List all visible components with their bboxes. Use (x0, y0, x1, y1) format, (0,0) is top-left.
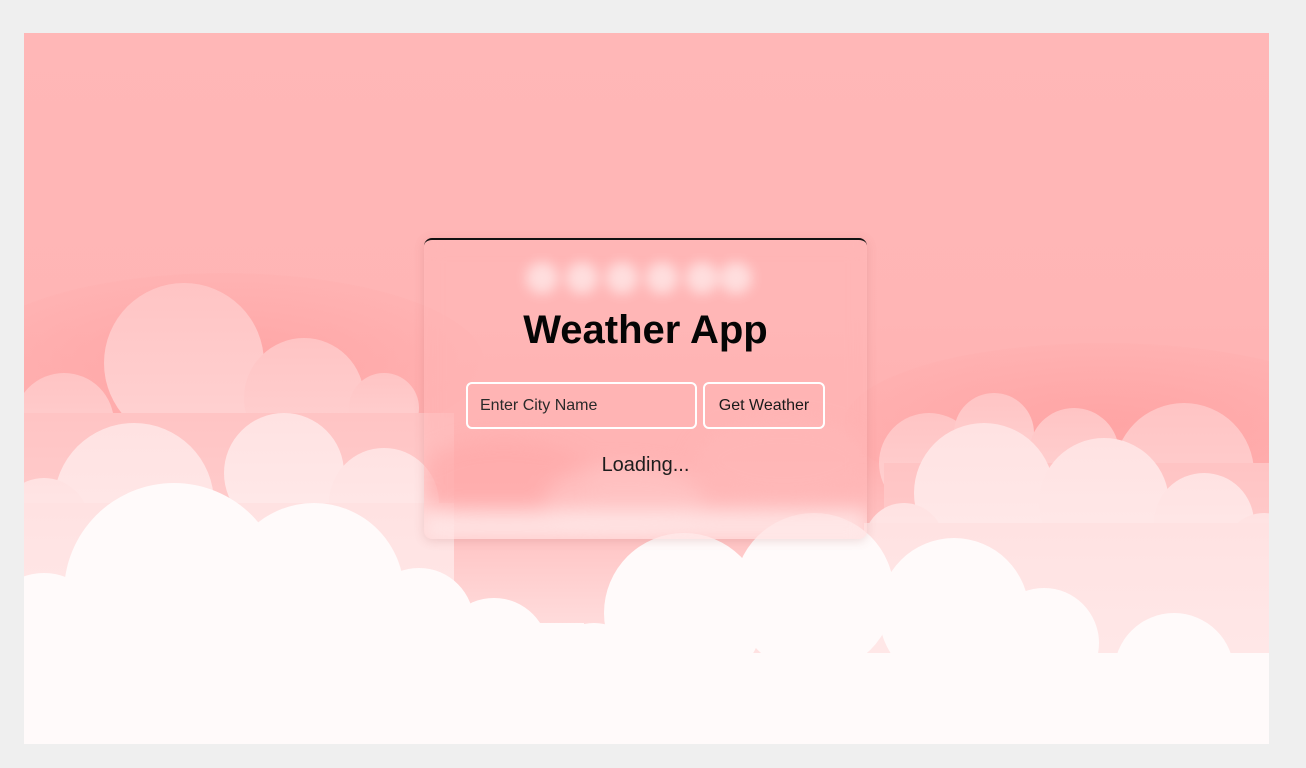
decorative-blur-dots (520, 256, 760, 302)
search-form: Get Weather (466, 382, 825, 429)
city-search-input[interactable] (466, 382, 697, 429)
get-weather-button[interactable]: Get Weather (703, 382, 825, 429)
weather-card: Weather App Get Weather Loading... (424, 238, 867, 539)
loading-status: Loading... (601, 454, 690, 476)
app-viewport: Weather App Get Weather Loading... (24, 33, 1269, 744)
page-title: Weather App (523, 308, 768, 352)
